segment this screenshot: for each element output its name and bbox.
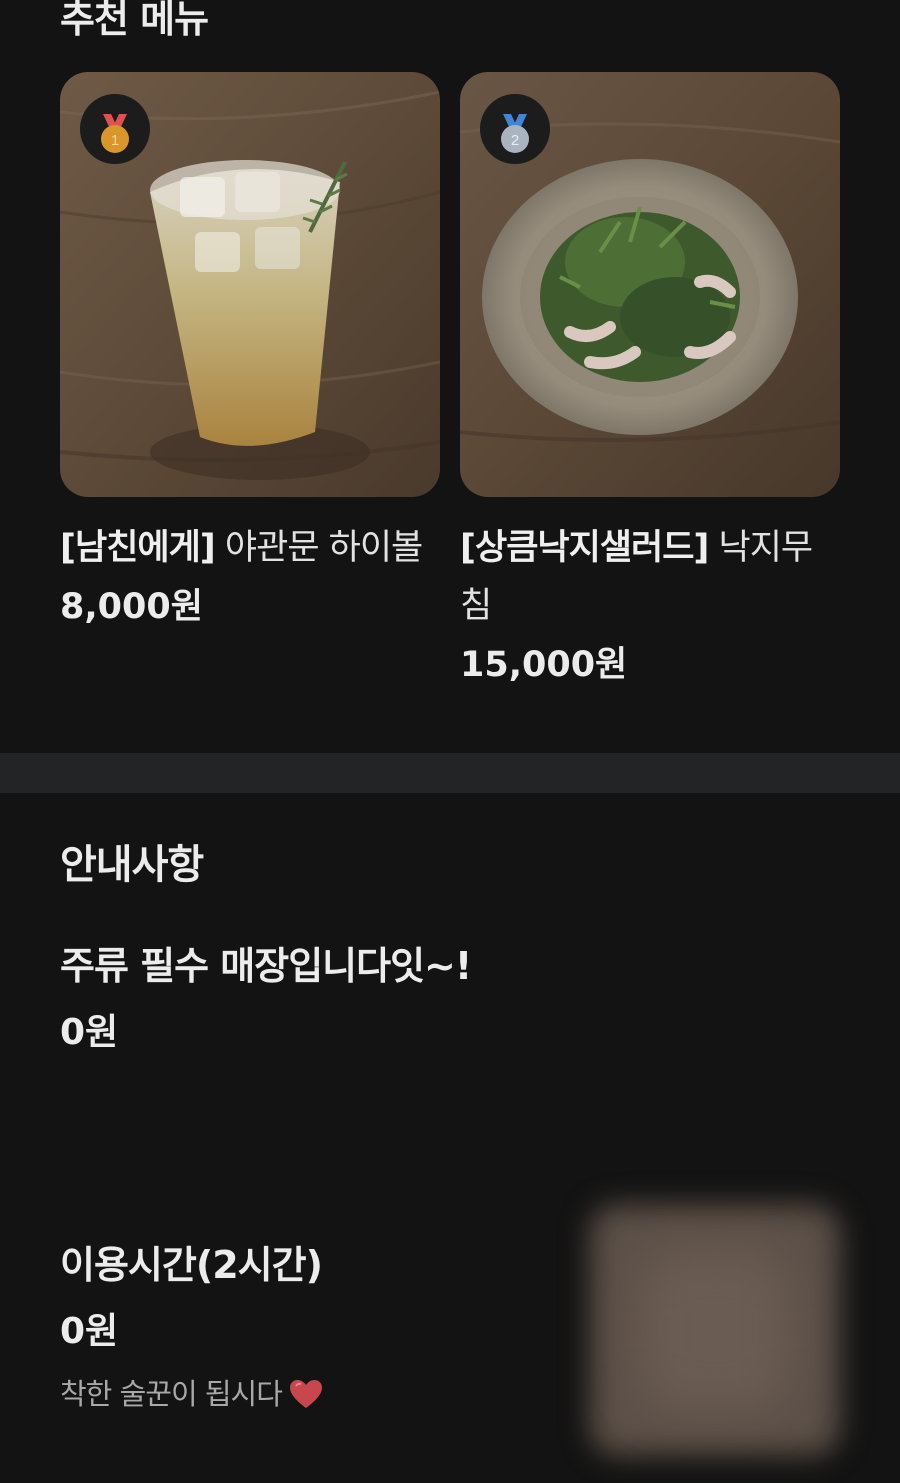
notice-item-usage-time[interactable]: 이용시간(2시간) 0원 착한 술꾼이 됩시다 [60,1246,324,1415]
menu-item-name: [상큼낙지샐러드] 낙지무침 [460,519,840,635]
section-title-notice: 안내사항 [60,842,204,888]
highball-photo[interactable]: 1 [60,72,440,497]
notice-item-drinks-required[interactable]: 주류 필수 매장입니다잇~! 0원 [60,944,472,1053]
heart-icon [288,1378,324,1415]
notice-item-price: 0원 [60,1012,119,1053]
menu-item-name: [남친에게] 야관문 하이볼 [60,519,440,577]
section-title-recommended: 추천 메뉴 [60,0,209,41]
notice-item-name: 주류 필수 매장입니다잇~! [60,944,472,988]
menu-card-octopus-salad[interactable]: 2 [상큼낙지샐러드] 낙지무침 15,000원 [460,72,840,695]
gold-medal-icon: 1 [80,94,150,164]
usage-time-photo-subject [640,1250,790,1410]
notice-item-price: 0원 [60,1311,119,1352]
menu-item-price: 15,000원 [460,645,628,685]
notice-description-text: 착한 술꾼이 됩시다 [60,1377,283,1411]
menu-card-highball[interactable]: 1 [남친에게] 야관문 하이볼 8,000원 [60,72,440,637]
octopus-salad-photo[interactable]: 2 [460,72,840,497]
svg-text:1: 1 [111,132,119,149]
menu-item-price: 8,000원 [60,587,203,627]
silver-medal-icon: 2 [480,94,550,164]
menu-item-tag: [상큼낙지샐러드] [460,528,709,568]
menu-item-title: 야관문 하이볼 [214,528,423,568]
svg-text:2: 2 [511,132,519,149]
menu-item-tag: [남친에게] [60,528,216,568]
section-divider [0,753,900,793]
notice-item-name: 이용시간(2시간) [60,1243,323,1287]
notice-item-description: 착한 술꾼이 됩시다 [60,1378,324,1415]
